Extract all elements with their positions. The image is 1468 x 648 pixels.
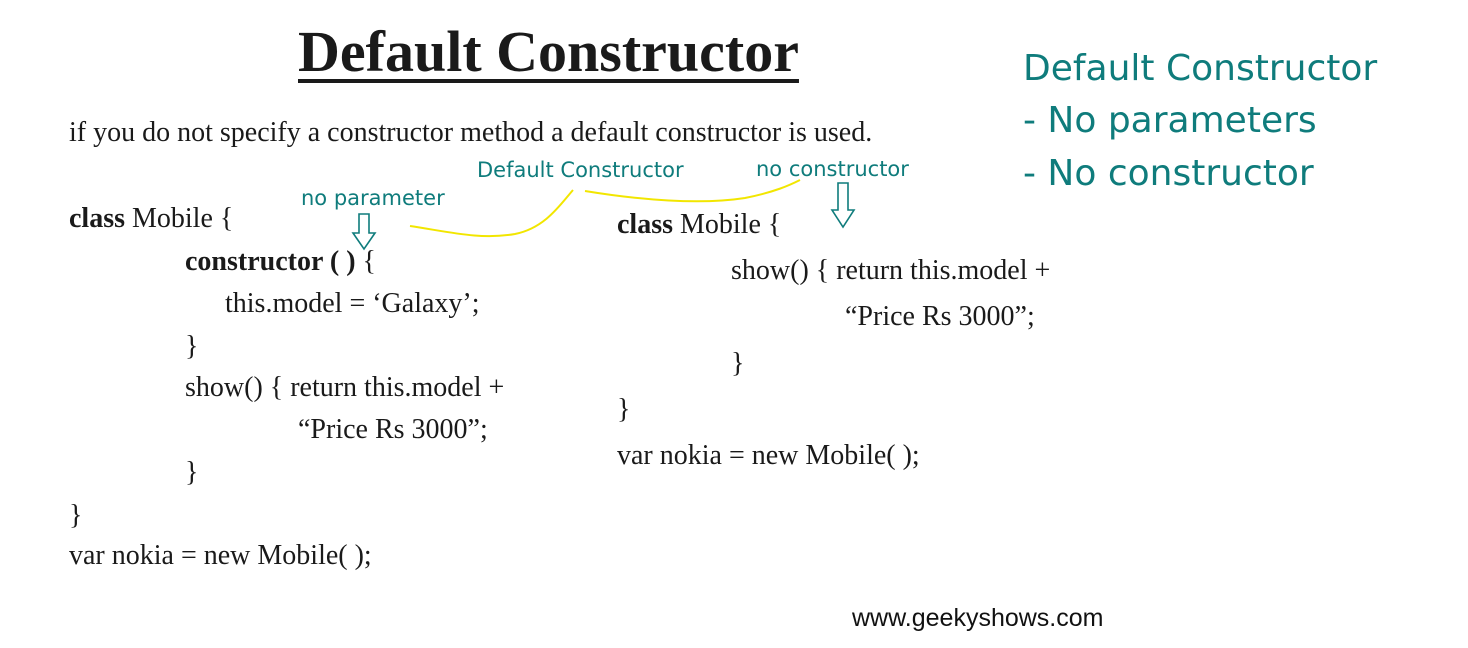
annotation-drawings — [351, 179, 856, 251]
watermark: www.geekyshows.com — [852, 604, 1104, 632]
down-arrow-icon — [830, 182, 856, 229]
side-note-item: - No constructor — [1023, 153, 1314, 194]
side-note-item: - No parameters — [1023, 100, 1317, 141]
down-arrow-icon — [351, 213, 377, 251]
side-note-heading: Default Constructor — [1023, 48, 1378, 89]
highlight-connector-line — [409, 179, 801, 238]
